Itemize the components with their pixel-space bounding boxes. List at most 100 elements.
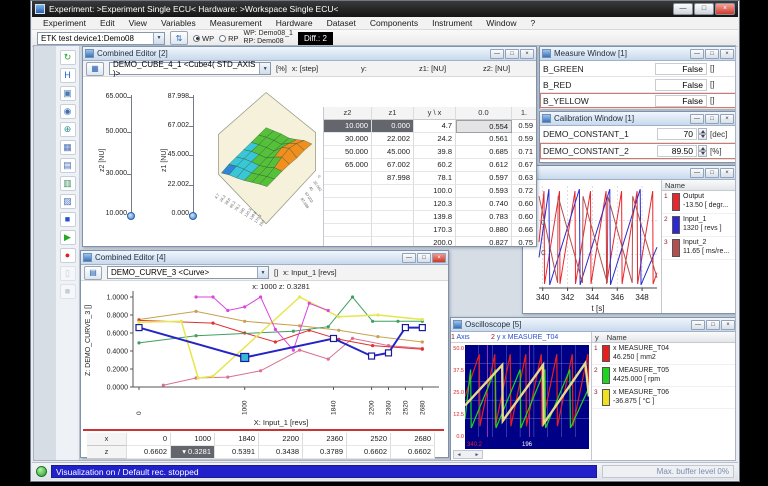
ce2-value-cell[interactable]: 0.880 — [456, 224, 512, 237]
minimize-button[interactable]: — — [402, 252, 416, 263]
ce2-value-cell[interactable]: 0.67 — [512, 159, 536, 172]
record-icon[interactable]: ● — [59, 248, 76, 263]
ce4-variable-combo[interactable]: DEMO_CURVE_3 <Curve> ▼ — [107, 266, 269, 279]
ce2-z2-cell[interactable] — [324, 224, 372, 237]
scope5-plot[interactable]: 340.2 196 — [464, 345, 591, 449]
legend-channel-row[interactable]: 1 x MEASURE_T04 46.250 [ mm2 — [592, 343, 735, 365]
legend-channel-row[interactable]: 1 Output -13.50 [ degr... — [662, 191, 735, 214]
ce4-z-cell[interactable]: 0.3438 — [259, 446, 303, 459]
ce2-y-cell[interactable]: 139.8 — [414, 211, 456, 224]
close-button[interactable]: × — [715, 3, 735, 15]
ce2-y-cell[interactable]: 120.3 — [414, 198, 456, 211]
ce2-z1-cell[interactable] — [372, 237, 414, 246]
ce2-z2-cell[interactable] — [324, 172, 372, 185]
ce2-z2-cell[interactable] — [324, 185, 372, 198]
calibration-value-input[interactable]: 89.50 — [657, 145, 697, 157]
menu-item-components[interactable]: Components — [363, 17, 425, 30]
minimize-button[interactable]: — — [691, 319, 705, 330]
ce2-value-cell[interactable]: 0.827 — [456, 237, 512, 246]
ce4-z-cell[interactable]: 0.6602 — [127, 446, 171, 459]
ce2-value-cell[interactable]: 0.60 — [512, 198, 536, 211]
rp-radio-dot[interactable] — [219, 34, 227, 42]
minimize-button[interactable]: — — [673, 3, 693, 15]
ce2-z2-cell[interactable]: 50.000 — [324, 146, 372, 159]
ce2-z1-cell[interactable]: 45.000 — [372, 146, 414, 159]
menu-item-variables[interactable]: Variables — [154, 17, 203, 30]
calibration-value-input[interactable]: 70 — [657, 128, 697, 140]
ce2-z1-cell[interactable] — [372, 224, 414, 237]
ce2-z2-cell[interactable] — [324, 211, 372, 224]
ce2-y-cell[interactable]: 60.2 — [414, 159, 456, 172]
menu-item-[interactable]: ? — [523, 17, 542, 30]
ce2-y-cell[interactable]: 4.7 — [414, 120, 456, 133]
ce2-value-cell[interactable]: 0.740 — [456, 198, 512, 211]
ce2-y-cell[interactable]: 200.0 — [414, 237, 456, 246]
maximize-button[interactable]: □ — [705, 167, 719, 178]
play-icon[interactable]: ▶ — [59, 230, 76, 245]
ce4-z-cell[interactable]: 0.5391 — [215, 446, 259, 459]
maximize-button[interactable]: □ — [417, 252, 431, 263]
maximize-button[interactable]: □ — [505, 48, 519, 59]
ce2-value-cell[interactable]: 0.71 — [512, 146, 536, 159]
ce2-variable-combo[interactable]: DEMO_CUBE_4_1 <Cube4( STD_AXIS )> ▼ — [109, 60, 271, 78]
menu-item-experiment[interactable]: Experiment — [36, 17, 93, 30]
ce4-x-cell[interactable]: 2200 — [259, 433, 303, 446]
list-icon[interactable]: ▥ — [59, 176, 76, 191]
ce4-z-cell[interactable]: 0.3789 — [303, 446, 347, 459]
ce2-value-cell[interactable]: 0.59 — [512, 133, 536, 146]
ce4-x-cell[interactable]: 2520 — [347, 433, 391, 446]
wp-radio-dot[interactable] — [193, 34, 200, 42]
ce2-value-cell[interactable]: 0.60 — [512, 211, 536, 224]
measure-row-b_red[interactable]: B_RED False[] — [540, 77, 735, 93]
sync-icon[interactable]: ↻ — [59, 50, 76, 65]
menu-item-measurement[interactable]: Measurement — [203, 17, 269, 30]
oscilloscope-right-titlebar[interactable]: — □ × — [523, 166, 735, 180]
spin-down-icon[interactable] — [698, 134, 707, 140]
calibration-window-1-titlebar[interactable]: Calibration Window [1] — □ × — [540, 112, 735, 126]
close-icon[interactable]: × — [520, 48, 534, 59]
measure-stop-icon[interactable]: ■ — [59, 212, 76, 227]
ce2-value-cell[interactable]: 0.63 — [512, 172, 536, 185]
legend-channel-row[interactable]: 3 x MEASURE_T06 -36.875 [ °C ] — [592, 387, 735, 409]
maximize-button[interactable]: □ — [694, 3, 714, 15]
chevron-down-icon[interactable]: ▼ — [257, 267, 268, 278]
ce2-value-cell[interactable]: 0.72 — [512, 185, 536, 198]
ce2-z1-cell[interactable]: 67.002 — [372, 159, 414, 172]
ce2-z2-cell[interactable]: 10.000 — [324, 120, 372, 133]
ce2-y-cell[interactable]: 39.8 — [414, 146, 456, 159]
ce2-y-cell[interactable]: 78.1 — [414, 172, 456, 185]
z1-slider-slider-knob[interactable] — [189, 212, 197, 220]
ce2-y-cell[interactable]: 170.3 — [414, 224, 456, 237]
rp-radio[interactable]: RP — [219, 34, 239, 43]
z2-slider-slider-knob[interactable] — [127, 212, 135, 220]
scroll-left-icon[interactable]: ◄ — [454, 451, 464, 459]
ce2-value-cell[interactable]: 0.593 — [456, 185, 512, 198]
device-combo[interactable]: ETK test device1:Demo08 ▼ — [37, 31, 165, 45]
ce4-x-cell[interactable]: 2360 — [303, 433, 347, 446]
menu-item-window[interactable]: Window — [479, 17, 523, 30]
sheet-icon[interactable]: ▨ — [59, 194, 76, 209]
ce2-value-cell[interactable]: 0.75 — [512, 237, 536, 246]
table-icon[interactable]: ▦ — [59, 140, 76, 155]
scope5-axis-header[interactable]: 1 Axis — [451, 334, 491, 341]
close-icon[interactable]: × — [432, 252, 446, 263]
ce4-x-cell[interactable]: 1000 — [171, 433, 215, 446]
ce2-value-cell[interactable]: 0.612 — [456, 159, 512, 172]
maximize-button[interactable]: □ — [706, 319, 720, 330]
maximize-button[interactable]: □ — [705, 48, 719, 59]
grid-icon[interactable]: ▤ — [59, 158, 76, 173]
ce2-value-cell[interactable]: 0.561 — [456, 133, 512, 146]
legend-channel-row[interactable]: 2 x MEASURE_T05 4425.000 [ rpm — [592, 365, 735, 387]
network-icon[interactable]: ⊕ — [59, 122, 76, 137]
value-spinner[interactable] — [698, 128, 707, 140]
menu-item-view[interactable]: View — [122, 17, 154, 30]
curve-chart[interactable]: x: 1000 z: 0.3281 1.0000 0.8000 0.6000 0.400… — [81, 281, 448, 429]
spin-down-icon[interactable] — [698, 151, 707, 157]
dataset-button[interactable]: ⇅ — [170, 31, 188, 45]
minimize-button[interactable]: — — [690, 48, 704, 59]
close-icon[interactable]: × — [720, 48, 734, 59]
scroll-right-icon[interactable]: ► — [472, 451, 482, 459]
ce2-z1-cell[interactable]: 22.002 — [372, 133, 414, 146]
menu-item-dataset[interactable]: Dataset — [320, 17, 363, 30]
oscilloscope-5-titlebar[interactable]: Oscilloscope [5] — □ × — [451, 318, 735, 332]
